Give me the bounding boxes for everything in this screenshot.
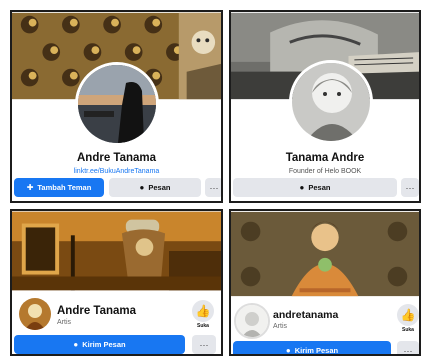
message-button[interactable]: ● Pesan (233, 178, 397, 197)
page-name: Andre Tanama (57, 305, 137, 317)
messenger-icon: ● (139, 183, 145, 192)
profile-link[interactable]: linktr.ee/BukuAndreTanama (12, 168, 221, 175)
cover-photo (231, 211, 419, 297)
messenger-icon: ● (73, 340, 79, 349)
send-message-button[interactable]: ● Kirim Pesan (233, 341, 391, 355)
page-card-andre-tanama: Andre Tanama Artis 👍 Suka ● Kirim Pesan … (10, 209, 223, 356)
page-category: Artis (57, 319, 71, 326)
message-label: Pesan (308, 183, 331, 192)
avatar[interactable] (75, 62, 159, 146)
like-button[interactable]: 👍 Suka (191, 300, 215, 329)
thumbs-up-icon: 👍 (397, 304, 419, 326)
messenger-icon: ● (285, 346, 291, 355)
profile-card-tanama-andre: Tanama Andre Founder of Helo BOOK ● Pesa… (229, 10, 421, 203)
page-avatar[interactable] (17, 296, 53, 332)
send-message-label: Kirim Pesan (294, 346, 339, 355)
like-label: Suka (197, 323, 209, 329)
message-button[interactable]: ● Pesan (109, 178, 201, 197)
profile-card-andre-tanama: Andre Tanama linktr.ee/BukuAndreTanama ✚… (10, 10, 223, 203)
page-name: andretanama (273, 309, 339, 321)
like-label: Suka (402, 327, 414, 333)
profile-bio: Founder of Helo BOOK (288, 168, 362, 175)
send-message-button[interactable]: ● Kirim Pesan (14, 335, 185, 354)
page-avatar[interactable] (234, 303, 270, 339)
send-message-label: Kirim Pesan (82, 340, 126, 349)
more-icon[interactable]: ··· (401, 178, 419, 197)
thumbs-up-icon: 👍 (192, 300, 214, 322)
profile-name: Tanama Andre (285, 152, 365, 164)
profile-name: Andre Tanama (76, 152, 157, 164)
message-label: Pesan (148, 183, 171, 192)
add-friend-icon: ✚ (26, 183, 34, 192)
add-friend-button[interactable]: ✚ Tambah Teman (14, 178, 104, 197)
cover-photo (12, 211, 221, 291)
avatar[interactable] (289, 60, 373, 144)
more-icon[interactable]: ··· (192, 335, 216, 354)
page-category: Artis (273, 323, 287, 330)
page-card-andretanama: andretanama Artis 👍 Suka ● Kirim Pesan ·… (229, 209, 421, 356)
add-friend-label: Tambah Teman (37, 183, 92, 192)
more-icon[interactable]: ··· (205, 178, 221, 197)
messenger-icon: ● (299, 183, 305, 192)
like-button[interactable]: 👍 Suka (396, 304, 419, 333)
more-icon[interactable]: ··· (397, 341, 419, 354)
